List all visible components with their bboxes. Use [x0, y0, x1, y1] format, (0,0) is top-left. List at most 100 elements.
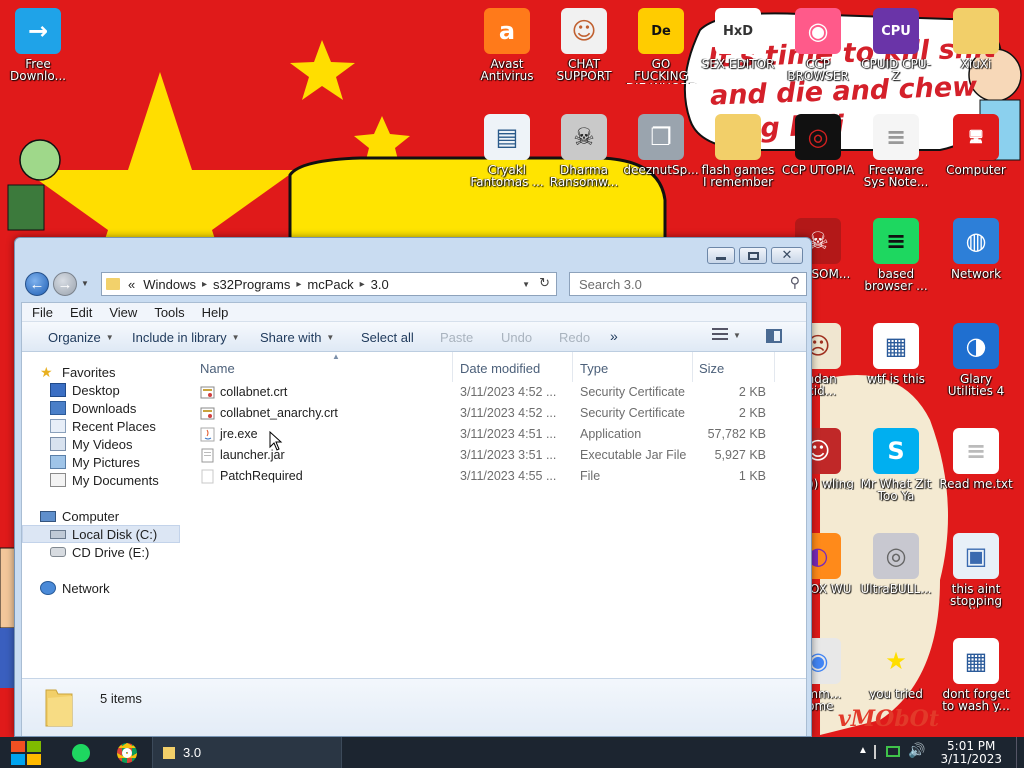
desktop-icon-xiuxiu[interactable]: XiuXi — [938, 8, 1014, 70]
back-button[interactable]: ← — [25, 272, 49, 296]
desktop-icon-cpuz[interactable]: CPU CPUID CPU-Z — [858, 8, 934, 82]
nav-network[interactable]: Network — [40, 579, 110, 597]
search-icon[interactable]: ⚲ — [790, 275, 800, 291]
desktop-icon-dharma[interactable]: ☠ Dharma Ransomw... — [546, 114, 622, 188]
avast-icon: a — [484, 8, 530, 54]
column-divider[interactable] — [692, 352, 693, 382]
maximize-button[interactable] — [739, 247, 767, 264]
nav-favorites[interactable]: ★ Favorites — [40, 363, 115, 381]
column-divider[interactable] — [774, 352, 775, 382]
folder-icon — [953, 8, 999, 54]
network-status-icon[interactable] — [886, 746, 900, 757]
file-type: Security Certificate — [580, 406, 685, 420]
forward-arrow-icon: → — [57, 275, 73, 293]
taskbar-clock[interactable]: 5:01 PM 3/11/2023 — [940, 740, 1002, 766]
desktop-icon-readme[interactable]: ≡ Read me.txt — [938, 428, 1014, 490]
desktop-icon-cryakl[interactable]: ▤ Cryakl Fantomas ... — [469, 114, 545, 188]
address-bar[interactable]: « Windows ▸ s32Programs ▸ mcPack ▸ 3.0 ▼… — [101, 272, 557, 296]
desktop-icon-this-aint[interactable]: ▣ this aint stopping di... — [938, 533, 1014, 609]
organize-button[interactable]: Organize ▼ — [48, 330, 114, 345]
computer-icon: 🖥 — [953, 114, 999, 160]
desktop-icon-ccp-utopia[interactable]: ◎ CCP UTOPIA — [780, 114, 856, 176]
change-view-button[interactable]: ▼ — [712, 328, 741, 343]
column-header-name[interactable]: Name — [200, 361, 235, 376]
menu-help[interactable]: Help — [192, 303, 236, 321]
desktop-icon-hex-editor[interactable]: HxD SEX EDITOR — [700, 8, 776, 70]
nav-my-pictures[interactable]: My Pictures — [50, 453, 140, 471]
start-button[interactable] — [4, 737, 48, 768]
taskbar-window-3-0[interactable]: 3.0 — [152, 737, 342, 768]
desktop-icon-ccp-browser[interactable]: ◉ CCP BROWSER — [780, 8, 856, 82]
select-all-button[interactable]: Select all — [361, 330, 414, 345]
volume-icon[interactable]: 🔊 — [908, 743, 925, 759]
desktop-icon-flash-games[interactable]: flash games I remember — [700, 114, 776, 188]
nav-my-documents[interactable]: My Documents — [50, 471, 159, 489]
breadcrumb-overflow[interactable]: « — [126, 277, 137, 292]
nav-computer[interactable]: Computer — [40, 507, 119, 525]
desktop-icon-go-fucking[interactable]: De GO FUCKING DIE WHORE — [623, 8, 699, 84]
more-commands-button[interactable]: » — [610, 328, 618, 344]
desktop-icon-label: GO FUCKING DIE WHORE — [626, 58, 696, 84]
desktop-icon-label: CPUID CPU-Z — [861, 58, 931, 82]
breadcrumb-mcpack[interactable]: mcPack — [301, 277, 359, 292]
desktop-icon-based-browser[interactable]: ≡ based browser ... — [858, 218, 934, 292]
include-in-library-button[interactable]: Include in library ▼ — [132, 330, 240, 345]
minimize-button[interactable] — [707, 247, 735, 264]
file-row[interactable]: PatchRequired 3/11/2023 4:55 ... File 1 KB — [182, 466, 802, 487]
title-bar[interactable]: ✕ — [15, 238, 811, 268]
address-dropdown-icon[interactable]: ▼ — [522, 280, 530, 289]
menu-edit[interactable]: Edit — [60, 303, 99, 321]
menu-file[interactable]: File — [22, 303, 60, 321]
desktop-icon-dont-forget[interactable]: ▦ dont forget to wash y... — [938, 638, 1014, 712]
close-button[interactable]: ✕ — [771, 247, 803, 264]
nav-recent-places[interactable]: Recent Places — [50, 417, 156, 435]
desktop-icon-skype[interactable]: S Mr What Zit Too Ya — [858, 428, 934, 502]
desktop-icon-deeznut[interactable]: ❐ deeznutSp... — [623, 114, 699, 176]
desktop-icon-avast[interactable]: a Avast Antivirus — [469, 8, 545, 82]
desktop-icon-glary[interactable]: ◑ Glary Utilities 4 — [938, 323, 1014, 397]
menu-tools[interactable]: Tools — [144, 303, 191, 321]
file-row[interactable]: collabnet_anarchy.crt 3/11/2023 4:52 ... S… — [182, 403, 802, 424]
desktop-icon-chat-support[interactable]: ☺ CHAT SUPPORT — [546, 8, 622, 82]
stack-icon: ❐ — [638, 114, 684, 160]
menu-view[interactable]: View — [99, 303, 144, 321]
nav-desktop[interactable]: Desktop — [50, 381, 120, 399]
file-row[interactable]: collabnet.crt 3/11/2023 4:52 ... Security … — [182, 382, 802, 403]
desktop-icon-ultrabull[interactable]: ◎ UltraBULL... — [858, 533, 934, 595]
nav-local-disk-c[interactable]: Local Disk (C:) — [22, 525, 180, 543]
desktop-icon-label: Freeware Sys Note... — [863, 164, 929, 188]
column-header-size[interactable]: Size — [699, 361, 724, 376]
preview-pane-button[interactable] — [766, 329, 782, 346]
show-desktop-button[interactable] — [1016, 737, 1024, 768]
show-hidden-icons-icon[interactable]: ▲ — [858, 745, 868, 756]
column-header-type[interactable]: Type — [580, 361, 608, 376]
breadcrumb-3-0[interactable]: 3.0 — [365, 277, 395, 292]
taskbar-pinned-browser[interactable] — [110, 737, 144, 768]
desktop-icon-freeware[interactable]: ≡ Freeware Sys Note... — [858, 114, 934, 188]
flag-icon[interactable] — [874, 745, 884, 759]
calendar-icon: ▦ — [953, 638, 999, 684]
file-name: PatchRequired — [220, 469, 303, 483]
folder-icon — [715, 114, 761, 160]
nav-downloads[interactable]: Downloads — [50, 399, 136, 417]
desktop-icon-wtf[interactable]: ▦ wtf is this — [858, 323, 934, 385]
taskbar-pinned-chat-app[interactable] — [64, 737, 98, 768]
share-with-button[interactable]: Share with ▼ — [260, 330, 334, 345]
refresh-icon[interactable]: ↻ — [539, 276, 550, 291]
nav-my-videos[interactable]: My Videos — [50, 435, 132, 453]
desktop-icon-free-download[interactable]: → Free Downlo... — [0, 8, 76, 82]
column-divider[interactable] — [572, 352, 573, 382]
undo-button: Undo — [501, 330, 533, 345]
forward-button[interactable]: → — [53, 272, 77, 296]
breadcrumb-windows[interactable]: Windows — [137, 277, 202, 292]
breadcrumb-s32programs[interactable]: s32Programs — [207, 277, 296, 292]
desktop-icon-network[interactable]: ◍ Network — [938, 218, 1014, 280]
column-divider[interactable] — [452, 352, 453, 382]
search-input[interactable]: Search 3.0 ⚲ — [569, 272, 807, 296]
recent-pages-dropdown-icon[interactable]: ▼ — [81, 279, 89, 288]
explorer-window[interactable]: ✕ ← → ▼ « Windows ▸ s32Programs ▸ mcPack… — [14, 237, 812, 737]
column-header-date-modified[interactable]: Date modified — [460, 361, 540, 376]
desktop-icon-computer[interactable]: 🖥 Computer — [938, 114, 1014, 176]
desktop-icon-you-tried[interactable]: ★ you tried — [858, 638, 934, 700]
nav-cd-drive-e[interactable]: CD Drive (E:) — [50, 543, 149, 561]
